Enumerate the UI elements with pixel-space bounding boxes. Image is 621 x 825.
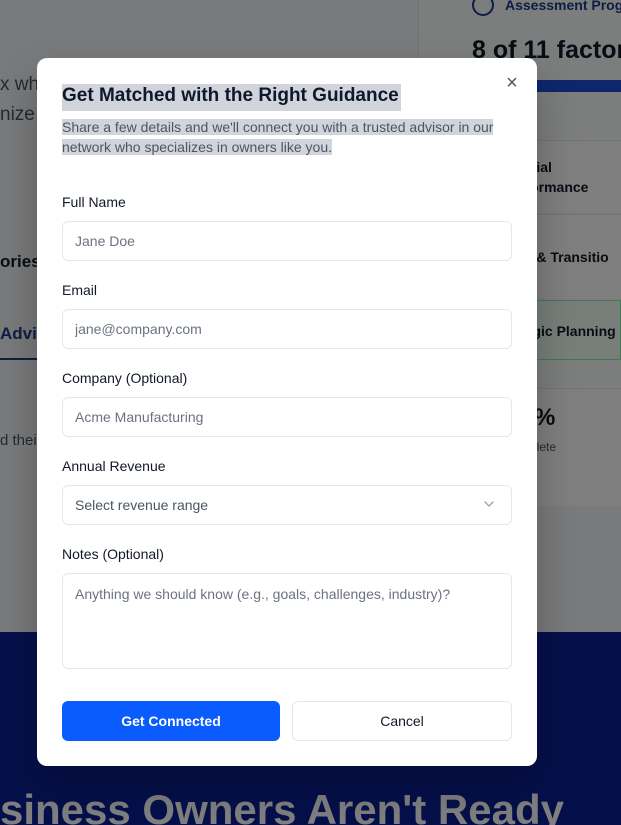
annual-revenue-label: Annual Revenue xyxy=(62,458,166,474)
notes-textarea[interactable] xyxy=(62,573,512,669)
annual-revenue-select[interactable]: Select revenue range xyxy=(62,485,512,525)
full-name-label: Full Name xyxy=(62,194,126,210)
modal-description-text: Share a few details and we'll connect yo… xyxy=(62,119,494,155)
notes-label: Notes (Optional) xyxy=(62,546,164,562)
email-input[interactable] xyxy=(62,309,512,349)
annual-revenue-value: Select revenue range xyxy=(75,497,209,513)
chevron-down-icon xyxy=(484,501,494,507)
cancel-button[interactable]: Cancel xyxy=(292,701,512,741)
company-label: Company (Optional) xyxy=(62,370,188,386)
modal-description: Share a few details and we'll connect yo… xyxy=(62,117,516,157)
email-label: Email xyxy=(62,282,98,298)
modal-title: Get Matched with the Right Guidance xyxy=(62,84,401,111)
get-connected-button[interactable]: Get Connected xyxy=(62,701,280,741)
close-icon[interactable]: × xyxy=(502,72,522,94)
full-name-input[interactable] xyxy=(62,221,512,261)
company-input[interactable] xyxy=(62,397,512,437)
